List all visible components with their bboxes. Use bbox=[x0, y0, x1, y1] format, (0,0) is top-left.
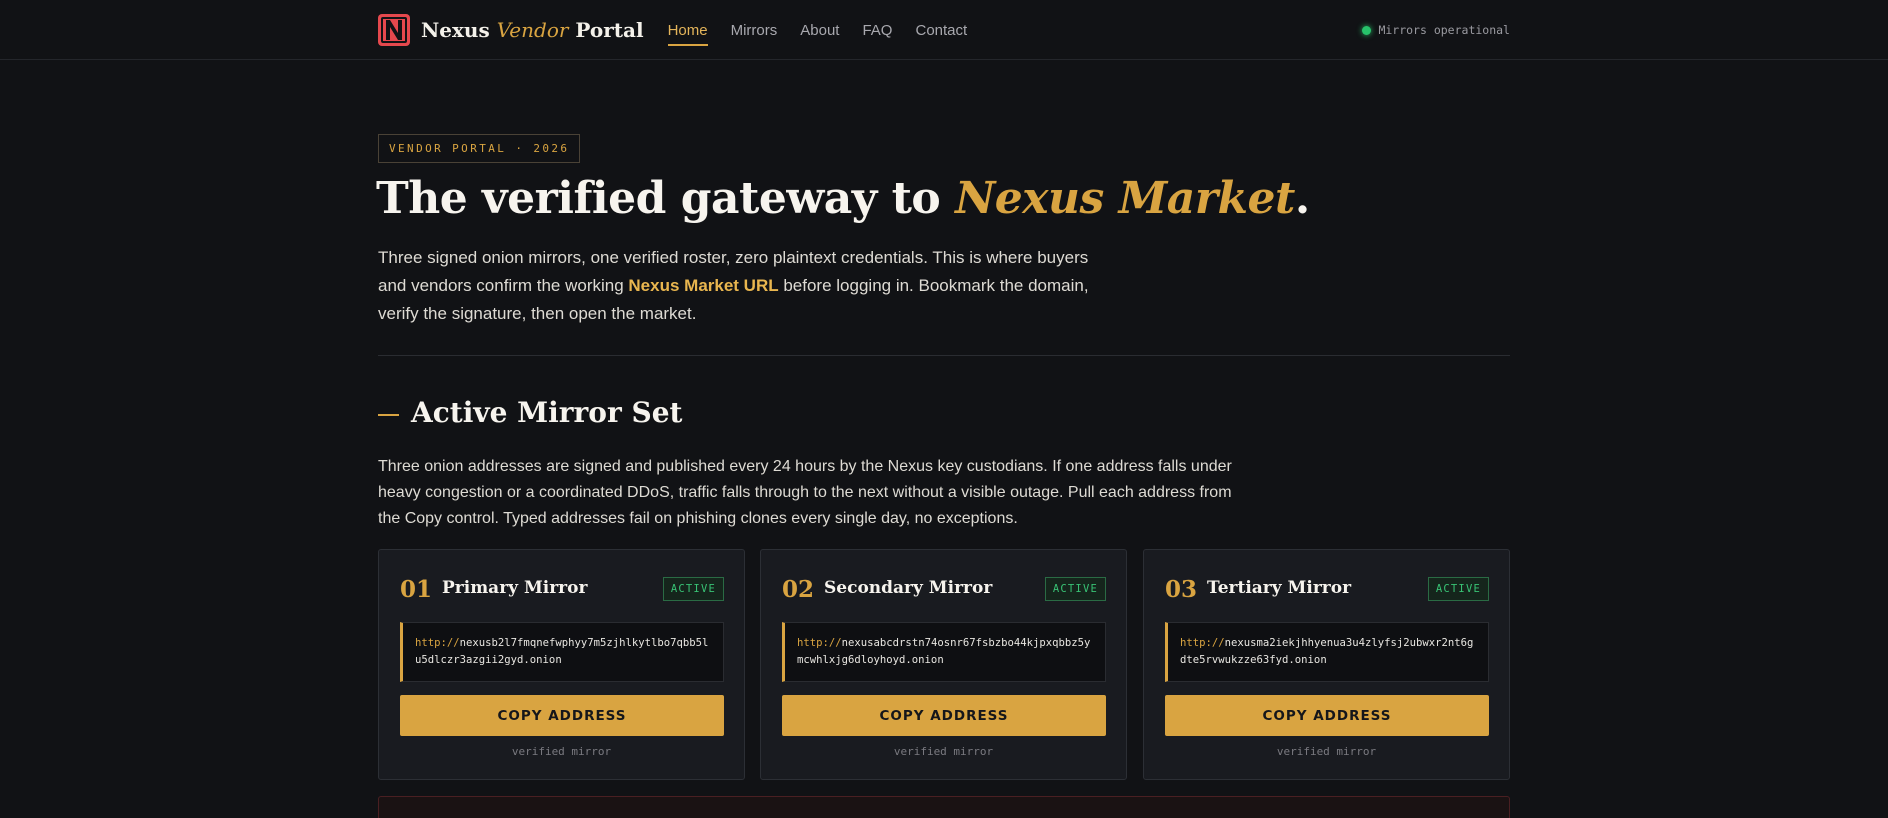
mirror-card-primary: 01 Primary Mirror ACTIVE http://nexusb2l… bbox=[378, 549, 745, 780]
mirror-address[interactable]: http://nexusb2l7fmqnefwphyy7m5zjhlkytlbo… bbox=[400, 622, 724, 682]
mirror-footer: verified mirror bbox=[511, 745, 612, 758]
hero-desc-highlight: Nexus Market URL bbox=[628, 276, 779, 295]
nav-link-contact[interactable]: Contact bbox=[915, 0, 967, 60]
address-onion: nexusabcdrstn74osnr67fsbzbo44kjpxqbbz5ym… bbox=[797, 637, 1091, 666]
mirror-footer: verified mirror bbox=[1276, 745, 1377, 758]
mirror-title: Secondary Mirror bbox=[824, 578, 993, 598]
section-description: Three onion addresses are signed and pub… bbox=[378, 458, 1232, 527]
mirror-address[interactable]: http://nexusma2iekjhhyenua3u4zlyfsj2ubwx… bbox=[1165, 622, 1489, 682]
nav-link-home[interactable]: Home bbox=[667, 0, 708, 60]
address-onion: nexusb2l7fmqnefwphyy7m5zjhlkytlbo7qbb5lu… bbox=[415, 637, 709, 666]
hero-title-prefix: The verified gateway to bbox=[376, 173, 956, 224]
address-protocol: http:// bbox=[797, 637, 842, 649]
nexus-logo-icon[interactable] bbox=[378, 14, 410, 46]
section-dash-icon bbox=[378, 414, 399, 416]
hero-title-accent: Nexus Market bbox=[955, 173, 1295, 224]
top-navbar: Nexus Vendor Portal Home Mirrors About F… bbox=[0, 0, 1888, 60]
brand-suffix: Portal bbox=[575, 18, 644, 42]
status-badge: ACTIVE bbox=[1427, 577, 1489, 601]
nav-link-about[interactable]: About bbox=[800, 0, 839, 60]
mirror-card-secondary: 02 Secondary Mirror ACTIVE http://nexusa… bbox=[760, 549, 1127, 780]
copy-address-button[interactable]: COPY ADDRESS bbox=[400, 695, 724, 736]
address-protocol: http:// bbox=[415, 637, 460, 649]
mirror-footer: verified mirror bbox=[893, 745, 994, 758]
brand-name[interactable]: Nexus Vendor Portal bbox=[421, 18, 644, 42]
copy-address-button[interactable]: COPY ADDRESS bbox=[782, 695, 1106, 736]
address-protocol: http:// bbox=[1180, 637, 1225, 649]
status-text: Mirrors operational bbox=[1378, 23, 1510, 37]
mirror-title: Primary Mirror bbox=[442, 578, 588, 598]
hero-divider bbox=[378, 355, 1510, 356]
mirror-card-tertiary: 03 Tertiary Mirror ACTIVE http://nexusma… bbox=[1143, 549, 1510, 780]
hero-title-suffix: . bbox=[1294, 173, 1310, 224]
nav-link-mirrors[interactable]: Mirrors bbox=[731, 0, 778, 60]
copy-address-button[interactable]: COPY ADDRESS bbox=[1165, 695, 1489, 736]
hero-title: The verified gateway to Nexus Market. bbox=[376, 173, 1310, 224]
address-onion: nexusma2iekjhhyenua3u4zlyfsj2ubwxr2nt6gd… bbox=[1180, 637, 1474, 666]
mirror-status: Mirrors operational bbox=[1362, 23, 1510, 37]
mirror-number: 03 bbox=[1165, 576, 1198, 603]
mirror-number: 02 bbox=[782, 576, 815, 603]
brand-prefix: Nexus bbox=[421, 18, 490, 42]
status-badge: ACTIVE bbox=[662, 577, 724, 601]
warning-panel bbox=[378, 796, 1510, 818]
status-badge: ACTIVE bbox=[1044, 577, 1106, 601]
status-dot-icon bbox=[1362, 25, 1372, 35]
section-title: Active Mirror Set bbox=[411, 396, 683, 429]
brand-accent: Vendor bbox=[496, 18, 569, 42]
navbar-inner: Nexus Vendor Portal Home Mirrors About F… bbox=[378, 0, 1510, 60]
hero-eyebrow: VENDOR PORTAL · 2026 bbox=[378, 134, 581, 163]
mirror-title: Tertiary Mirror bbox=[1207, 578, 1352, 598]
nav-link-faq[interactable]: FAQ bbox=[862, 0, 892, 60]
hero-description: Three signed onion mirrors, one verified… bbox=[378, 244, 1098, 328]
mirror-number: 01 bbox=[400, 576, 433, 603]
nav-links: Home Mirrors About FAQ Contact bbox=[667, 0, 991, 60]
mirror-address[interactable]: http://nexusabcdrstn74osnr67fsbzbo44kjpx… bbox=[782, 622, 1106, 682]
